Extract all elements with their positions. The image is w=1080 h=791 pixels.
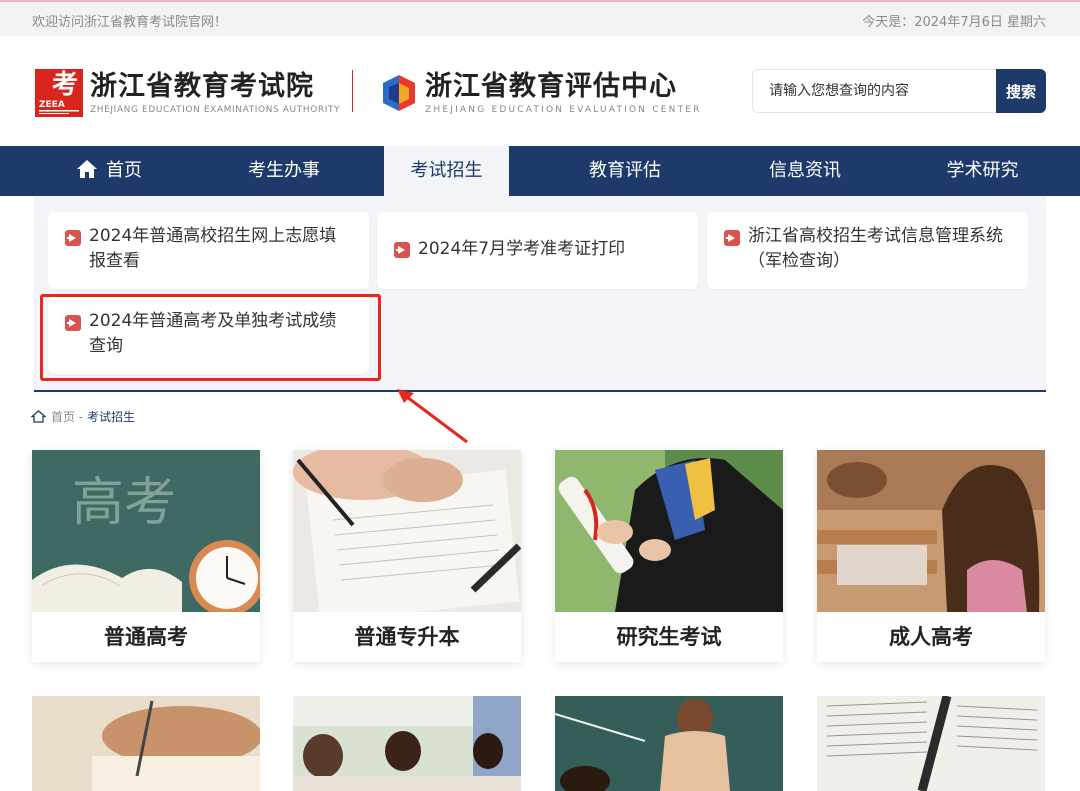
search-button[interactable]: 搜索	[996, 69, 1046, 113]
org1-title[interactable]: 浙江省教育考试院 ZHEJIANG EDUCATION EXAMINATIONS…	[90, 64, 340, 115]
arrow-right-icon	[724, 230, 740, 246]
nav-label: 考生办事	[248, 160, 320, 181]
org2-english-name: ZHEJIANG EDUCATION EVALUATION CENTER	[425, 105, 702, 115]
tile-row2-pen-book[interactable]	[817, 696, 1045, 791]
nav-item-education-evaluation[interactable]: 教育评估	[535, 146, 715, 196]
tile-gaokao[interactable]: 高考 普通高考	[32, 450, 260, 662]
link-label: 浙江省高校招生考试信息管理系统（军检查询）	[748, 226, 1003, 271]
date-text: 今天是：2024年7月6日 星期六	[862, 15, 1046, 30]
annotation-arrow-icon	[397, 389, 468, 444]
search-bar: 搜索	[752, 69, 1046, 113]
org1-english-name: ZHEJIANG EDUCATION EXAMINATIONS AUTHORIT…	[90, 105, 341, 115]
nav-item-exams-admissions[interactable]: 考试招生	[384, 146, 509, 196]
tile-row2-writing[interactable]	[32, 696, 260, 791]
nav-item-candidate-services[interactable]: 考生办事	[184, 146, 384, 196]
nav-item-home[interactable]: 首页	[34, 146, 184, 196]
top-bar: 欢迎访问浙江省教育考试院官网！ 今天是：2024年7月6日 星期六	[0, 0, 1080, 36]
tile-image: 高考	[32, 450, 260, 612]
highlight-box	[40, 294, 381, 381]
nav-label: 信息资讯	[769, 160, 841, 181]
evaluation-center-logo[interactable]	[380, 69, 418, 117]
breadcrumb-home[interactable]: 首页	[51, 410, 75, 424]
site-header: 考 ZEEA 浙江省教育考试院 ZHEJIANG EDUCATION EXAMI…	[0, 36, 1080, 146]
tile-zhuanshengben[interactable]: 普通专升本	[293, 450, 521, 662]
svg-text:考: 考	[52, 70, 78, 100]
tile-graduate-exam[interactable]: 研究生考试	[555, 450, 783, 662]
link-label: 2024年普通高校招生网上志愿填报查看	[89, 226, 337, 271]
tile-label: 成人高考	[889, 624, 973, 649]
link-label: 2024年7月学考准考证打印	[418, 239, 626, 259]
org2-title[interactable]: 浙江省教育评估中心 ZHEJIANG EDUCATION EVALUATION …	[425, 64, 702, 115]
nav-label: 学术研究	[946, 160, 1019, 181]
dropdown-link-admission-ticket[interactable]: 2024年7月学考准考证打印	[377, 212, 698, 289]
nav-label: 考试招生	[410, 160, 483, 181]
nav-label: 教育评估	[589, 160, 661, 181]
org2-name: 浙江省教育评估中心	[425, 71, 677, 102]
svg-text:ZEEA: ZEEA	[39, 100, 65, 110]
org1-name: 浙江省教育考试院	[90, 71, 314, 102]
nav-label: 首页	[106, 160, 142, 181]
tile-label: 普通专升本	[354, 624, 460, 649]
breadcrumb-current: 考试招生	[86, 410, 135, 424]
svg-text:高考: 高考	[72, 473, 176, 533]
tile-label: 普通高考	[104, 624, 188, 649]
search-input[interactable]	[752, 69, 996, 113]
nav-item-news[interactable]: 信息资讯	[715, 146, 895, 196]
main-nav: 首页 考生办事 考试招生 教育评估 信息资讯 学术研究	[0, 146, 1080, 196]
breadcrumb: 首页 - 考试招生	[30, 408, 135, 425]
arrow-right-icon	[394, 242, 410, 258]
home-icon	[77, 160, 97, 178]
header-divider	[352, 70, 353, 112]
tile-adult-exam[interactable]: 成人高考	[817, 450, 1045, 662]
tile-label: 研究生考试	[616, 624, 722, 649]
tile-image	[293, 450, 521, 612]
welcome-text: 欢迎访问浙江省教育考试院官网！	[32, 15, 228, 30]
dropdown-link-volunteer-filling[interactable]: 2024年普通高校招生网上志愿填报查看	[48, 212, 369, 289]
tile-image	[555, 450, 783, 612]
tile-image	[817, 450, 1045, 612]
arrow-right-icon	[65, 230, 81, 246]
breadcrumb-separator: -	[75, 410, 87, 424]
zeea-logo[interactable]: 考 ZEEA	[35, 69, 83, 117]
nav-item-research[interactable]: 学术研究	[895, 146, 1070, 196]
dropdown-link-info-system[interactable]: 浙江省高校招生考试信息管理系统（军检查询）	[707, 212, 1028, 289]
home-outline-icon	[30, 410, 47, 423]
tile-row2-teacher[interactable]	[555, 696, 783, 791]
tile-row2-exam-hall[interactable]	[293, 696, 521, 791]
